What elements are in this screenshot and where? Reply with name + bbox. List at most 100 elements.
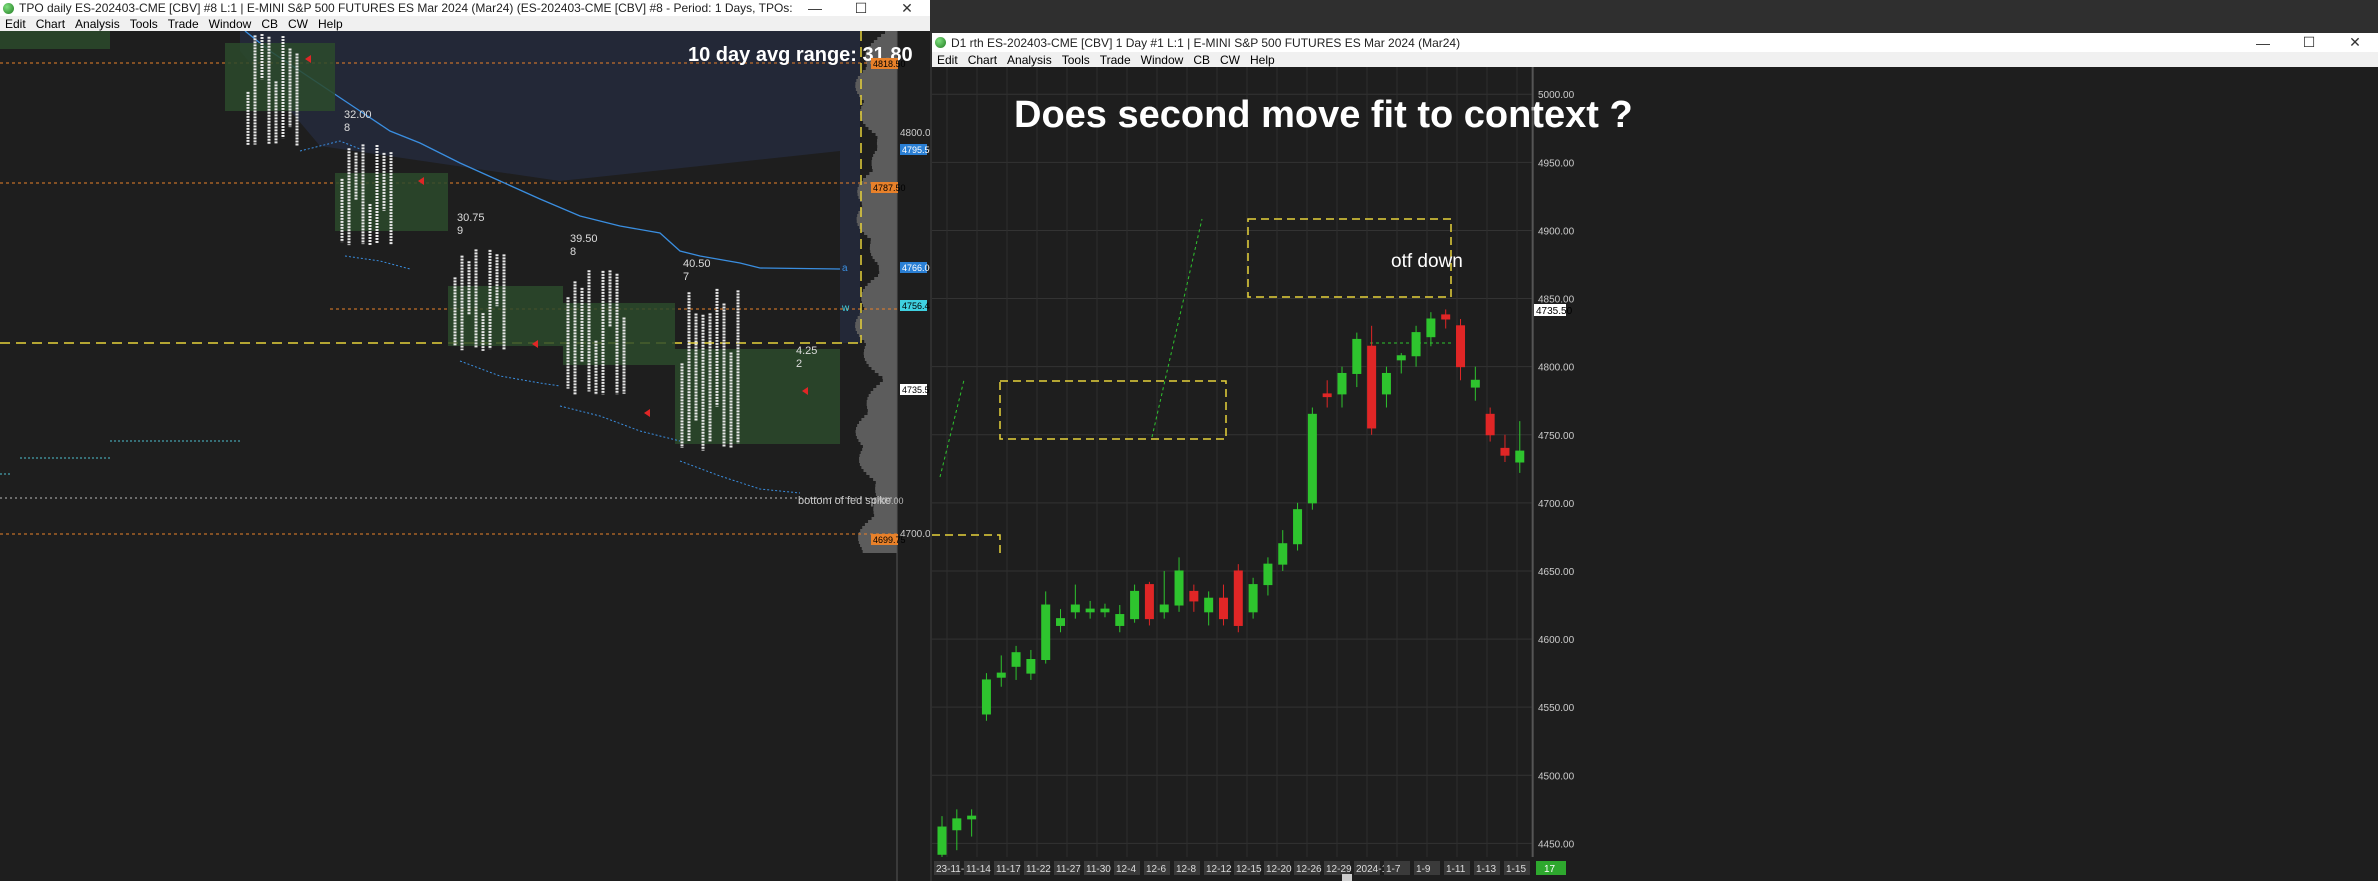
- candle: [1293, 502, 1303, 551]
- tpo-chart-svg[interactable]: 10 day avg range: 31.80 32.00 8 30.75 9 …: [0, 31, 930, 881]
- date-tick-label: 11-17: [996, 864, 1021, 875]
- tpo-chart-window: TPO daily ES-202403-CME [CBV] #8 L:1 | E…: [0, 0, 930, 881]
- menu-cw[interactable]: CW: [283, 17, 313, 31]
- date-tick-label: 12-26: [1296, 864, 1322, 875]
- menu-chart[interactable]: Chart: [963, 53, 1002, 67]
- candle-body: [1115, 614, 1125, 626]
- candle-body: [1441, 314, 1451, 320]
- candle-body: [952, 818, 962, 831]
- price-tag-1: 4818.50: [873, 59, 906, 69]
- app-globe-icon: [3, 2, 14, 14]
- minimize-button[interactable]: —: [2240, 35, 2286, 51]
- candle-body: [1011, 652, 1021, 667]
- menu-tools[interactable]: Tools: [1057, 53, 1095, 67]
- date-tick-label: 11-22: [1026, 864, 1051, 875]
- candle-body: [1396, 355, 1406, 361]
- date-tick-label: 1-7: [1386, 864, 1401, 875]
- candle-body: [1307, 413, 1317, 504]
- menu-cb[interactable]: CB: [256, 17, 283, 31]
- candle-body: [1352, 338, 1362, 374]
- menu-trade[interactable]: Trade: [163, 17, 204, 31]
- daily-chart-window: D1 rth ES-202403-CME [CBV] 1 Day #1 L:1 …: [932, 33, 2378, 881]
- candle: [1144, 581, 1154, 626]
- date-tick-label: 1-15: [1506, 864, 1526, 875]
- candle-body: [1144, 584, 1154, 620]
- menu-tools[interactable]: Tools: [125, 17, 163, 31]
- tpo-value-area: [675, 349, 840, 444]
- candle-body: [1500, 447, 1510, 456]
- date-tick-label: 12-29: [1326, 864, 1352, 875]
- date-tick-label: 12-15: [1236, 864, 1262, 875]
- date-tick-label: 12-8: [1176, 864, 1196, 875]
- left-titlebar[interactable]: TPO daily ES-202403-CME [CBV] #8 L:1 | E…: [0, 0, 930, 16]
- candle: [981, 673, 991, 721]
- menu-edit[interactable]: Edit: [932, 53, 963, 67]
- maximize-button[interactable]: ☐: [2286, 34, 2332, 51]
- close-button[interactable]: ✕: [2332, 34, 2378, 51]
- price-tick-label: 4550.00: [1538, 703, 1575, 714]
- candle-body: [1293, 509, 1303, 545]
- close-button[interactable]: ✕: [884, 0, 930, 17]
- candle-body: [1159, 604, 1169, 613]
- candle-body: [1100, 608, 1110, 613]
- price-tag-7: 4709.00: [871, 496, 904, 506]
- range-count-5: 2: [796, 358, 802, 370]
- candle-body: [1026, 659, 1036, 674]
- price-tag-8: 4699.75: [873, 535, 906, 545]
- right-menubar: Edit Chart Analysis Tools Trade Window C…: [932, 52, 2378, 67]
- candle-body: [1233, 570, 1243, 626]
- date-tick-label: 1-13: [1476, 864, 1496, 875]
- menu-analysis[interactable]: Analysis: [70, 17, 125, 31]
- candle-body: [1470, 379, 1480, 388]
- menu-cb[interactable]: CB: [1188, 53, 1215, 67]
- candle-body: [1456, 325, 1466, 368]
- left-menubar: Edit Chart Analysis Tools Trade Window C…: [0, 16, 930, 31]
- menu-cw[interactable]: CW: [1215, 53, 1245, 67]
- range-label-5: 4.25: [796, 345, 817, 357]
- minimize-button[interactable]: —: [792, 0, 838, 16]
- scroll-thumb[interactable]: [1342, 874, 1352, 881]
- corner-badge-text: 17: [1544, 864, 1556, 875]
- date-tick-label: 12-20: [1266, 864, 1292, 875]
- price-tick-label: 4800.00: [1538, 363, 1575, 374]
- date-tick-label: 12-6: [1146, 864, 1166, 875]
- candle-chart-svg[interactable]: Does second move fit to context ? otf do…: [932, 67, 2378, 881]
- candle-body: [1367, 345, 1377, 429]
- date-tick-label: 12-4: [1116, 864, 1136, 875]
- price-tick-label: 4500.00: [1538, 771, 1575, 782]
- candle-body: [1263, 563, 1273, 586]
- candle-body: [1056, 618, 1066, 626]
- candle-body: [1248, 584, 1258, 613]
- price-tick-label: 4850.00: [1538, 295, 1575, 306]
- candle-body: [1426, 318, 1436, 338]
- candle-body: [1130, 590, 1140, 620]
- menu-analysis[interactable]: Analysis: [1002, 53, 1057, 67]
- menu-chart[interactable]: Chart: [31, 17, 70, 31]
- date-tick-label: 1-11: [1446, 864, 1466, 875]
- menu-help[interactable]: Help: [1245, 53, 1280, 67]
- menu-help[interactable]: Help: [313, 17, 348, 31]
- candle-body: [1485, 413, 1495, 436]
- price-tag-3: 4787.50: [873, 183, 906, 193]
- candle-body: [1204, 597, 1214, 613]
- candle-body: [1218, 597, 1228, 620]
- menu-window[interactable]: Window: [204, 17, 257, 31]
- candle-body: [996, 672, 1006, 678]
- date-tick-label: 11-27: [1056, 864, 1081, 875]
- range-count-2: 9: [457, 225, 463, 237]
- candle-chart-area[interactable]: Does second move fit to context ? otf do…: [932, 67, 2378, 881]
- menu-trade[interactable]: Trade: [1095, 53, 1136, 67]
- right-titlebar[interactable]: D1 rth ES-202403-CME [CBV] 1 Day #1 L:1 …: [932, 33, 2378, 52]
- maximize-button[interactable]: ☐: [838, 0, 884, 17]
- candle-body: [937, 826, 947, 855]
- range-label-4: 40.50: [683, 258, 711, 270]
- menu-window[interactable]: Window: [1136, 53, 1189, 67]
- tpo-chart-area[interactable]: 10 day avg range: 31.80 32.00 8 30.75 9 …: [0, 31, 930, 881]
- left-window-title: TPO daily ES-202403-CME [CBV] #8 L:1 | E…: [19, 1, 792, 15]
- price-tick-label: 4600.00: [1538, 635, 1575, 646]
- ma-mark: a: [842, 263, 848, 274]
- date-tick-label: 1-9: [1416, 864, 1431, 875]
- app-globe-icon: [935, 37, 946, 48]
- menu-edit[interactable]: Edit: [0, 17, 31, 31]
- candle-body: [1515, 450, 1525, 463]
